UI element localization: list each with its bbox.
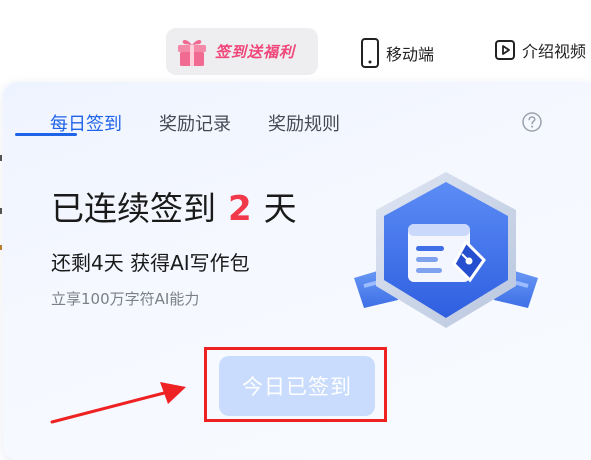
promo-signin-welfare-button[interactable]: 签到送福利 — [166, 28, 318, 75]
intro-video-link[interactable]: 介绍视频 — [494, 38, 586, 62]
ai-writing-badge-icon — [354, 172, 538, 328]
streak-headline: 已连续签到 2 天 — [51, 182, 297, 230]
help-question-icon[interactable] — [521, 111, 543, 133]
intro-video-label: 介绍视频 — [522, 42, 587, 61]
highlight-annotation-box — [204, 347, 387, 422]
mobile-label: 移动端 — [386, 45, 435, 64]
streak-days-count: 2 — [228, 189, 252, 229]
active-tab-indicator — [15, 133, 77, 136]
signin-tabs: 每日签到 奖励记录 奖励规则 — [50, 110, 377, 136]
gift-icon — [178, 39, 206, 66]
mobile-link[interactable]: 移动端 — [360, 38, 434, 68]
streak-suffix: 天 — [263, 189, 297, 228]
play-video-icon — [495, 40, 515, 60]
top-bar: 签到送福利 移动端 介绍视频 — [0, 0, 591, 80]
annotation-arrow-icon — [50, 382, 186, 424]
reward-progress-text: 还剩4天 获得AI写作包 — [51, 251, 250, 275]
promo-label: 签到送福利 — [215, 43, 296, 61]
page: 签到送福利 移动端 介绍视频 每日签到 奖励记录 奖励规则 已连续签到 2 天 … — [0, 0, 591, 460]
mobile-phone-icon — [361, 38, 379, 68]
tab-reward-rules[interactable]: 奖励规则 — [268, 110, 340, 136]
tab-reward-records[interactable]: 奖励记录 — [159, 110, 231, 136]
streak-prefix: 已连续签到 — [51, 189, 216, 228]
reward-description: 立享100万字符AI能力 — [51, 290, 200, 308]
